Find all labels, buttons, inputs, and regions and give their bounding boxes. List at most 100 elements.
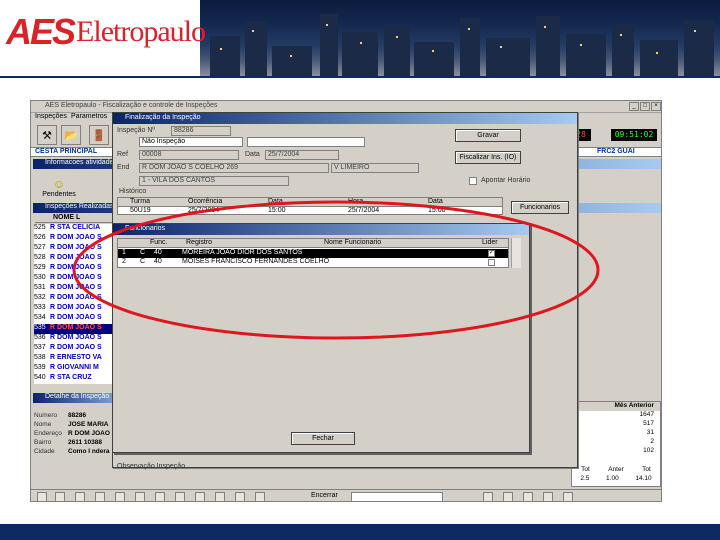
insert-icon[interactable] (115, 492, 125, 501)
close-button[interactable]: × (651, 102, 661, 111)
status-right-text: FRC2 GUAI (597, 148, 635, 155)
pending-people-icon: ☺ (52, 177, 66, 191)
folder-icon[interactable]: 📂 (61, 125, 81, 145)
table-row[interactable]: 528 R DOM JOAO S (34, 254, 114, 264)
history-cell: 15:00 (428, 207, 446, 214)
table-row[interactable]: 526 R DOM JOAO S (34, 234, 114, 244)
lider-checkbox[interactable]: ✓ (488, 250, 495, 257)
summary-footer-label: Anter (608, 466, 624, 473)
funcionarios-title-bar: Funcionarios (113, 224, 529, 235)
fiscalizar-button[interactable]: Fiscalizar Ins. (IO) (455, 151, 521, 164)
summary-panel: Mês Anterior 1647 517 31 2 102 Tot Anter… (571, 401, 661, 487)
detail-value: 88286 (68, 412, 87, 419)
search-icon[interactable] (235, 492, 245, 501)
pendentes-button[interactable]: ☺ Pendentes (39, 177, 79, 201)
summary-footer-label: Tot (642, 466, 651, 473)
minimize-button[interactable]: _ (629, 102, 639, 111)
table-row[interactable]: 531 R DOM JOAO S (34, 284, 114, 294)
detail-value: 2611 10388 (68, 439, 102, 446)
row-street: R DOM JOAO S (50, 234, 102, 241)
row-street: R GIOVANNI M (50, 364, 99, 371)
exit-door-icon[interactable]: 🚪 (89, 125, 109, 145)
table-row[interactable]: 525 R STA CELICIA (34, 224, 114, 234)
fechar-button[interactable]: Fechar (291, 432, 355, 445)
save-icon[interactable] (175, 492, 185, 501)
nav-prev-icon[interactable] (55, 492, 65, 501)
end-label: End (117, 164, 130, 171)
detail-label: Nome (34, 421, 52, 428)
tools-icon[interactable]: ⚒ (37, 125, 57, 145)
maximize-button[interactable]: □ (640, 102, 650, 111)
history-col-hora: Hora (348, 198, 364, 205)
history-header: Turma Ocorrência Data Hora Data (118, 198, 502, 207)
row-index: 1 (122, 249, 126, 256)
funcionarios-button[interactable]: Funcionarios (511, 201, 569, 214)
funcionario-row[interactable]: 1 C 40 MOREIRA JOAO DIOR DOS SANTOS ✓ (118, 249, 508, 258)
row-number: 525 (34, 224, 46, 231)
blue-icon[interactable] (523, 492, 533, 501)
row-number: 528 (34, 254, 46, 261)
table-row[interactable]: 536 R DOM JOAO S (34, 334, 114, 344)
table-row[interactable]: 537 R DOM JOAO S (34, 344, 114, 354)
row-street: R DOM JOAO S (50, 274, 102, 281)
lider-checkbox[interactable] (488, 259, 495, 266)
inspecao-number-field: 88286 (171, 126, 231, 136)
table-row[interactable]: 529 R DOM JOAO S (34, 264, 114, 274)
table-row[interactable]: 533 R DOM JOAO S (34, 304, 114, 314)
history-row[interactable]: 50U19 25/7/2004 15:00 25/7/2004 15:00 (118, 207, 502, 215)
nav-first-icon[interactable] (37, 492, 47, 501)
menu-parametros[interactable]: Parametros (71, 113, 107, 120)
table-row[interactable]: 539 R GIOVANNI M (34, 364, 114, 374)
slide-footer-band (0, 524, 720, 540)
row-registro: 40 (154, 249, 162, 256)
finalizacao-title: Finalização da Inspeção (125, 114, 201, 121)
row-street: R DOM JOAO S (50, 304, 102, 311)
funcionario-row[interactable]: 2 C 40 MOISES FRANCISCO FERNANDES COELHO (118, 258, 508, 267)
gravar-button[interactable]: Gravar (455, 129, 521, 142)
table-row[interactable]: 535 R DOM JOAO S (34, 324, 114, 334)
col-func: Func. (150, 239, 168, 246)
edit-icon[interactable] (155, 492, 165, 501)
refresh-icon[interactable] (215, 492, 225, 501)
table-row[interactable]: 540 R STA CRUZ (34, 374, 114, 384)
row-street: R DOM JOAO S (50, 294, 102, 301)
historico-label: Histórico (119, 188, 147, 195)
header-divider (0, 76, 720, 78)
menu-inspecoes[interactable]: Inspeções (35, 113, 67, 120)
row-number: 539 (34, 364, 46, 371)
red-icon[interactable] (543, 492, 553, 501)
logo-eletropaulo-text: Eletropaulo (76, 15, 206, 48)
print-icon[interactable] (255, 492, 265, 501)
app-title-text: AES Eletropaulo - Fiscalização e control… (45, 102, 218, 109)
inspecao-label: Inspeção Nº (117, 127, 155, 134)
map-icon[interactable] (563, 492, 573, 501)
row-number: 530 (34, 274, 46, 281)
row-nome: MOREIRA JOAO DIOR DOS SANTOS (182, 249, 303, 256)
row-func: C (140, 258, 146, 265)
nav-last-icon[interactable] (95, 492, 105, 501)
history-col-data2: Data (428, 198, 443, 205)
green-icon[interactable] (503, 492, 513, 501)
table-row[interactable]: 538 R ERNESTO VA (34, 354, 114, 364)
table-row[interactable]: 532 R DOM JOAO S (34, 294, 114, 304)
cancel-icon[interactable] (195, 492, 205, 501)
yellow-icon[interactable] (483, 492, 493, 501)
delete-icon[interactable] (135, 492, 145, 501)
encerrar-select[interactable] (351, 492, 443, 501)
status-select[interactable]: Não Inspeção (139, 137, 243, 147)
funcionarios-title: Funcionarios (125, 225, 166, 232)
apontar-horario-checkbox[interactable] (469, 177, 477, 185)
nav-next-icon[interactable] (75, 492, 85, 501)
funcionarios-table: Func. Registro Nome Funcionario Lider 1 … (117, 238, 509, 268)
row-number: 532 (34, 294, 46, 301)
row-number: 533 (34, 304, 46, 311)
table-row[interactable]: 527 R DOM JOAO S (34, 244, 114, 254)
history-cell: 50U19 (130, 207, 151, 214)
ref-label: Ref (117, 151, 128, 158)
table-row[interactable]: 530 R DOM JOAO S (34, 274, 114, 284)
motivo-field[interactable] (247, 137, 365, 147)
table-row[interactable]: 534 R DOM JOAO S (34, 314, 114, 324)
row-number: 531 (34, 284, 46, 291)
funcionarios-scrollbar[interactable] (511, 238, 521, 268)
grid-header: NOME L (35, 214, 115, 223)
